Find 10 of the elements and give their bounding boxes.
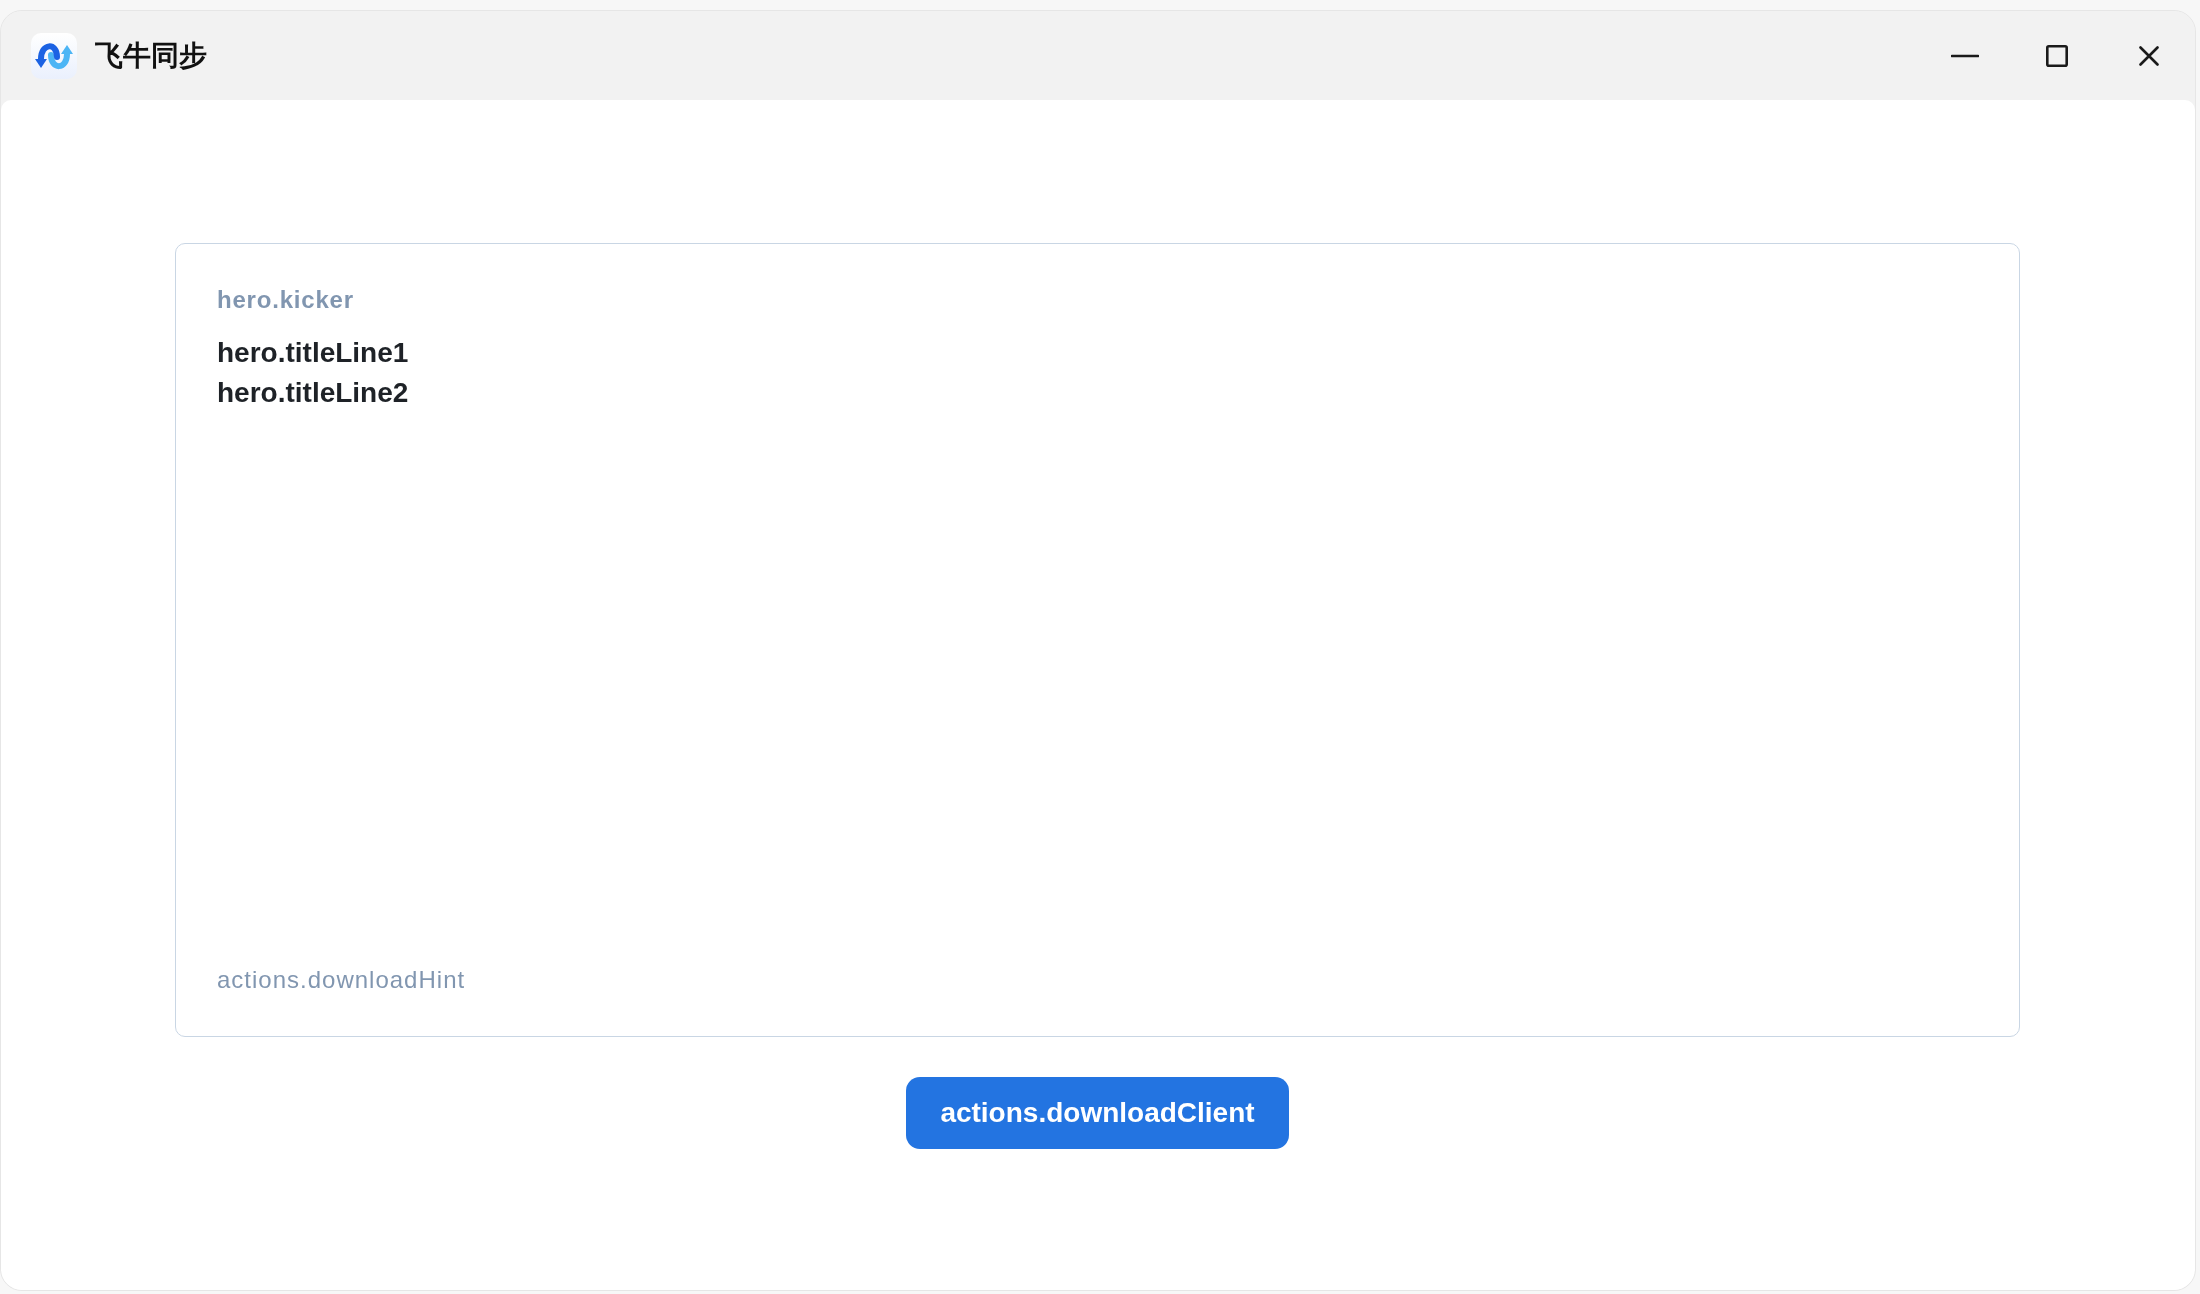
- hero-title-line: hero.titleLine2: [217, 375, 409, 410]
- hero-kicker: hero.kicker: [217, 286, 354, 315]
- download-hint: actions.downloadHint: [217, 966, 466, 995]
- window-title: 飞牛同步: [95, 37, 207, 74]
- maximize-icon: [2046, 44, 2068, 67]
- app-logo-icon: [31, 32, 77, 79]
- close-icon: [2139, 45, 2159, 66]
- minimize-icon: [1951, 53, 1979, 58]
- hero-title-line: hero.titleLine1: [217, 335, 409, 370]
- download-client-button[interactable]: actions.downloadClient: [906, 1077, 1289, 1149]
